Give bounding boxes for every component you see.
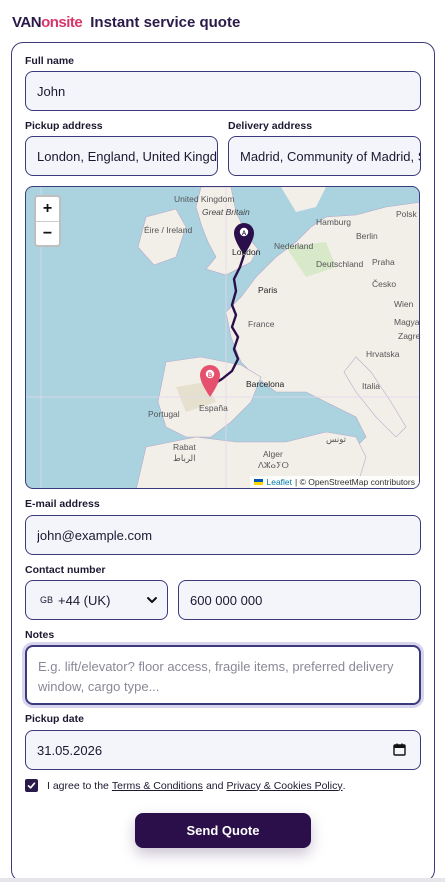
map-zoom-control: + − bbox=[34, 195, 61, 247]
ukraine-flag-icon bbox=[254, 479, 264, 485]
map-label-praha: Praha bbox=[372, 257, 395, 267]
route-map[interactable]: A B United Kingdom Great Britain Éire / … bbox=[25, 186, 420, 489]
logo-van-text: VAN bbox=[12, 13, 42, 31]
map-label-barcelona: Barcelona bbox=[246, 379, 285, 389]
map-label-italia: Italia bbox=[362, 381, 380, 391]
country-code-select[interactable]: GB +44 (UK) bbox=[25, 580, 168, 620]
map-label-rabat-ar: الرباط bbox=[173, 453, 195, 464]
email-value: john@example.com bbox=[37, 527, 153, 543]
contact-number-label: Contact number bbox=[25, 564, 106, 576]
email-label: E-mail address bbox=[25, 498, 100, 510]
zoom-out-button[interactable]: − bbox=[36, 221, 59, 245]
map-attribution: Leaflet | © OpenStreetMap contributors bbox=[250, 476, 419, 488]
terms-checkbox[interactable] bbox=[25, 779, 38, 792]
send-quote-button[interactable]: Send Quote bbox=[135, 813, 311, 848]
map-label-nederland: Nederland bbox=[274, 241, 313, 251]
map-label-wien: Wien bbox=[394, 299, 414, 309]
page-title: Instant service quote bbox=[90, 13, 241, 31]
map-label-berlin: Berlin bbox=[356, 231, 378, 241]
map-label-polska: Polsk bbox=[396, 209, 418, 219]
brand-logo[interactable]: VAN onsite bbox=[12, 13, 83, 31]
map-label-uk: United Kingdom bbox=[174, 194, 234, 204]
notes-textarea[interactable]: E.g. lift/elevator? floor access, fragil… bbox=[25, 645, 421, 705]
map-label-paris: Paris bbox=[258, 285, 277, 295]
delivery-address-label: Delivery address bbox=[228, 120, 313, 132]
notes-placeholder: E.g. lift/elevator? floor access, fragil… bbox=[38, 659, 394, 694]
notes-label: Notes bbox=[25, 629, 55, 641]
map-label-france: France bbox=[248, 319, 275, 329]
map-label-hamburg: Hamburg bbox=[316, 217, 351, 227]
map-label-magya: Magya bbox=[394, 317, 420, 327]
agree-suffix-text: . bbox=[342, 779, 346, 792]
phone-number-value: 600 000 000 bbox=[190, 592, 263, 608]
map-label-tunis: تونس bbox=[326, 434, 347, 445]
map-label-alger: Alger bbox=[263, 449, 283, 459]
terms-link[interactable]: Terms & Conditions bbox=[112, 780, 203, 792]
pickup-date-field[interactable]: 31.05.2026 bbox=[25, 730, 421, 770]
full-name-field[interactable]: John bbox=[25, 71, 421, 111]
delivery-address-value: Madrid, Community of Madrid, Spain bbox=[240, 148, 420, 164]
map-label-deutschland: Deutschland bbox=[316, 259, 364, 269]
calendar-icon[interactable] bbox=[393, 743, 406, 756]
header: VAN onsite Instant service quote bbox=[12, 10, 240, 34]
map-label-london: London bbox=[232, 247, 261, 257]
map-label-rabat: Rabat bbox=[173, 442, 196, 452]
map-label-alger-ar: ⴷⵣⴰⵢⵔ bbox=[258, 460, 289, 470]
full-name-label: Full name bbox=[25, 55, 75, 67]
map-label-espana: España bbox=[199, 403, 228, 413]
agree-prefix-text: I agree to the bbox=[47, 779, 109, 792]
marker-b-label: B bbox=[208, 373, 213, 379]
bottom-scrollbar bbox=[0, 878, 445, 882]
chevron-down-icon bbox=[147, 597, 157, 603]
map-label-gb: Great Britain bbox=[202, 207, 250, 217]
map-tiles: A B United Kingdom Great Britain Éire / … bbox=[26, 187, 420, 488]
pickup-date-value: 31.05.2026 bbox=[37, 742, 103, 758]
checkmark-icon bbox=[27, 782, 36, 789]
marker-a-label: A bbox=[242, 231, 247, 237]
map-label-ireland: Éire / Ireland bbox=[144, 225, 192, 235]
map-label-portugal: Portugal bbox=[148, 409, 180, 419]
pickup-address-label: Pickup address bbox=[25, 120, 103, 132]
zoom-in-button[interactable]: + bbox=[36, 197, 59, 221]
full-name-value: John bbox=[37, 83, 66, 99]
country-code-text: GB bbox=[40, 595, 54, 605]
map-label-cesko: Česko bbox=[372, 279, 396, 289]
dial-code-text: +44 (UK) bbox=[58, 592, 111, 608]
map-label-zagreb: Zagreb bbox=[398, 331, 420, 341]
osm-attribution-text: | © OpenStreetMap contributors bbox=[295, 477, 415, 487]
logo-onsite-text: onsite bbox=[41, 13, 83, 31]
pickup-address-value: London, England, United Kingdom bbox=[37, 148, 217, 164]
terms-agreement: I agree to the Terms & Conditions and Pr… bbox=[25, 779, 346, 792]
privacy-link[interactable]: Privacy & Cookies Policy bbox=[226, 780, 342, 792]
leaflet-link[interactable]: Leaflet bbox=[266, 477, 292, 487]
phone-number-field[interactable]: 600 000 000 bbox=[178, 580, 421, 620]
pickup-date-label: Pickup date bbox=[25, 713, 84, 725]
delivery-address-field[interactable]: Madrid, Community of Madrid, Spain bbox=[228, 136, 421, 176]
email-field[interactable]: john@example.com bbox=[25, 515, 421, 555]
agree-and-text: and bbox=[205, 779, 224, 792]
map-label-hrvatska: Hrvatska bbox=[366, 349, 400, 359]
pickup-address-field[interactable]: London, England, United Kingdom bbox=[25, 136, 218, 176]
